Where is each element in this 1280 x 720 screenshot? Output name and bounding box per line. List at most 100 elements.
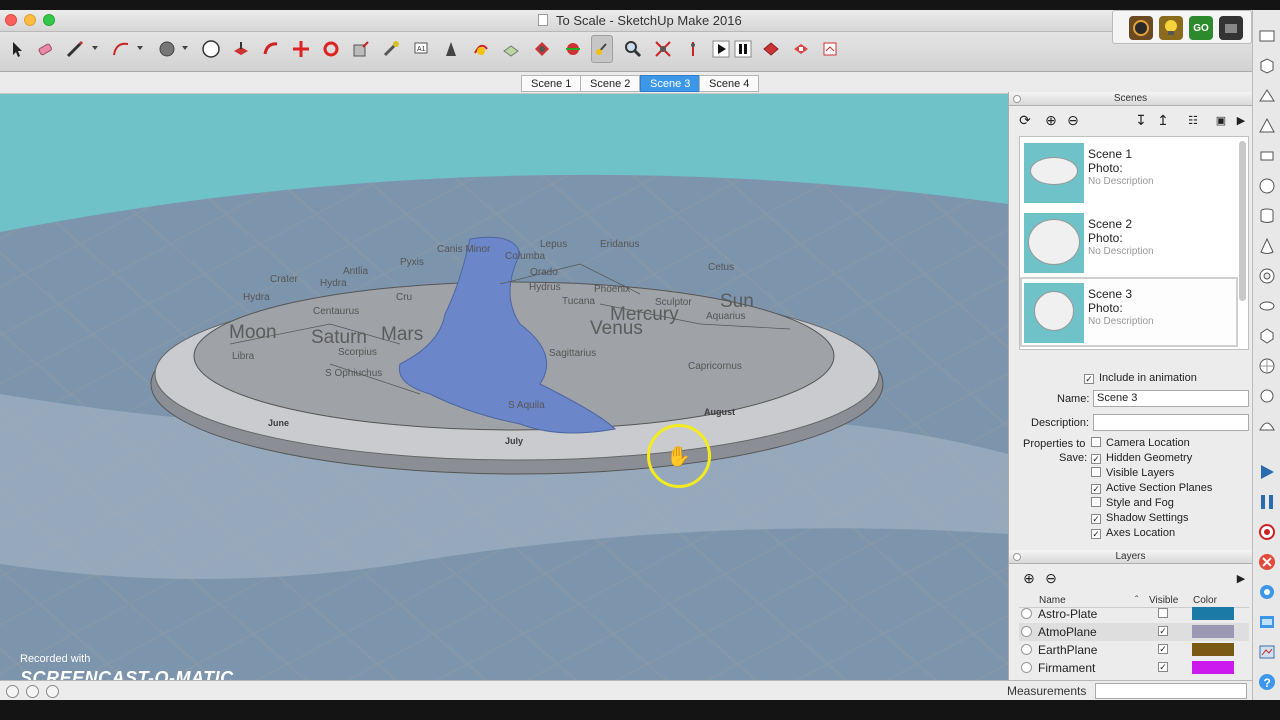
- prop-style-and-fog[interactable]: Style and Fog: [1091, 497, 1174, 509]
- walk-icon[interactable]: [531, 38, 553, 60]
- active-layer-radio[interactable]: [1021, 608, 1032, 619]
- shapes-icon[interactable]: [156, 38, 178, 60]
- pyramid-tool-icon[interactable]: [1257, 116, 1277, 136]
- scene-tab-3[interactable]: Scene 3: [640, 75, 701, 92]
- minimize-window-button[interactable]: [24, 14, 36, 26]
- strip-pause-icon[interactable]: [1257, 492, 1277, 512]
- pause-icon[interactable]: [732, 38, 754, 60]
- model-viewport[interactable]: Moon Saturn Mars Venus Mercury Sun Canis…: [0, 94, 1008, 680]
- checkbox[interactable]: [1091, 437, 1101, 447]
- scene-tab-4[interactable]: Scene 4: [699, 75, 760, 92]
- remove-scene-icon[interactable]: ⊖: [1065, 112, 1081, 128]
- polyhedron-tool-icon[interactable]: [1257, 326, 1277, 346]
- panel-menu-icon[interactable]: ▶: [1233, 112, 1249, 128]
- status-info-icon[interactable]: [6, 685, 19, 698]
- include-in-animation-row[interactable]: ✓ Include in animation: [1084, 372, 1197, 384]
- strip-map-icon[interactable]: [1257, 642, 1277, 662]
- add-layer-icon[interactable]: ⊕: [1021, 570, 1037, 586]
- prop-visible-layers[interactable]: Visible Layers: [1091, 467, 1174, 479]
- move-icon[interactable]: [290, 38, 312, 60]
- layer-row-atmoplane[interactable]: AtmoPlane ✓: [1019, 623, 1249, 641]
- pencil-dropdown-caret[interactable]: [92, 46, 98, 50]
- layer-visible-checkbox[interactable]: ✓: [1158, 662, 1168, 672]
- eraser-icon[interactable]: [34, 38, 56, 60]
- layer-visible-checkbox[interactable]: [1158, 608, 1168, 618]
- scale-icon[interactable]: [350, 38, 372, 60]
- checkbox[interactable]: ✓: [1091, 454, 1101, 464]
- rotate-icon[interactable]: [320, 38, 342, 60]
- refresh-scene-icon[interactable]: ⟳: [1017, 112, 1033, 128]
- move-scene-up-icon[interactable]: ↥: [1155, 112, 1171, 128]
- arc-icon[interactable]: [110, 38, 132, 60]
- text-icon[interactable]: A1: [410, 38, 432, 60]
- box-tool-icon[interactable]: [1257, 56, 1277, 76]
- layer-color-swatch[interactable]: [1192, 661, 1234, 674]
- layer-visible-checkbox[interactable]: ✓: [1158, 626, 1168, 636]
- follow-me-icon[interactable]: [260, 38, 282, 60]
- axes-icon[interactable]: [440, 38, 462, 60]
- help-icon[interactable]: ?: [1257, 672, 1277, 692]
- strip-record-icon[interactable]: [1257, 522, 1277, 542]
- sphere-tool-icon[interactable]: [1257, 176, 1277, 196]
- checkbox[interactable]: [1091, 497, 1101, 507]
- add-scene-icon[interactable]: ⊕: [1043, 112, 1059, 128]
- scene-tab-1[interactable]: Scene 1: [521, 75, 582, 92]
- layer-color-swatch[interactable]: [1192, 607, 1234, 620]
- prop-active-section-planes[interactable]: ✓ Active Section Planes: [1091, 482, 1212, 494]
- layer-row-astro-plate[interactable]: Astro-Plate: [1019, 605, 1249, 623]
- torus-tool-icon[interactable]: [1257, 266, 1277, 286]
- gear-extension-icon[interactable]: [1129, 16, 1153, 40]
- scene-item-1[interactable]: Scene 1 Photo: No Description: [1022, 139, 1236, 205]
- scene-item-3[interactable]: Scene 3 Photo: No Description: [1020, 277, 1238, 347]
- zoom-icon[interactable]: [622, 38, 644, 60]
- show-details-icon[interactable]: ▣: [1213, 112, 1229, 128]
- wedge-tool-icon[interactable]: [1257, 86, 1277, 106]
- go-extension-button[interactable]: GO: [1189, 16, 1213, 40]
- rectangle-tool-icon[interactable]: [1257, 26, 1277, 46]
- dome-tool-icon[interactable]: [1257, 416, 1277, 436]
- layers-menu-icon[interactable]: ▶: [1233, 570, 1249, 586]
- checkbox[interactable]: ✓: [1091, 529, 1101, 539]
- look-around-icon[interactable]: [562, 38, 584, 60]
- strip-close-icon[interactable]: [1257, 552, 1277, 572]
- active-layer-radio[interactable]: [1021, 662, 1032, 673]
- push-pull-icon[interactable]: [230, 38, 252, 60]
- panel-pin-icon[interactable]: [1013, 553, 1021, 561]
- remove-layer-icon[interactable]: ⊖: [1043, 570, 1059, 586]
- layout-icon[interactable]: [819, 38, 841, 60]
- pencil-icon[interactable]: [64, 38, 86, 60]
- cone-tool-icon[interactable]: [1257, 236, 1277, 256]
- cylinder-tool-icon[interactable]: [1257, 206, 1277, 226]
- layer-row-earthplane[interactable]: EarthPlane ✓: [1019, 641, 1249, 659]
- position-camera-icon[interactable]: [591, 35, 613, 63]
- tube-tool-icon[interactable]: [1257, 296, 1277, 316]
- strip-settings-icon[interactable]: [1257, 582, 1277, 602]
- dimension-icon[interactable]: [470, 38, 492, 60]
- scene-item-2[interactable]: Scene 2 Photo: No Description: [1022, 209, 1236, 275]
- circle-icon[interactable]: [200, 38, 222, 60]
- close-window-button[interactable]: [5, 14, 17, 26]
- view-options-icon[interactable]: ☷: [1185, 112, 1201, 128]
- include-in-animation-checkbox[interactable]: ✓: [1084, 374, 1094, 384]
- strip-play-icon[interactable]: [1257, 462, 1277, 482]
- prop-hidden-geometry[interactable]: ✓ Hidden Geometry: [1091, 452, 1192, 464]
- shapes-dropdown-caret[interactable]: [182, 46, 188, 50]
- helix-tool-icon[interactable]: [1257, 386, 1277, 406]
- measurements-field[interactable]: [1095, 683, 1247, 699]
- checkbox[interactable]: [1091, 467, 1101, 477]
- scene-tab-2[interactable]: Scene 2: [580, 75, 641, 92]
- layer-color-swatch[interactable]: [1192, 625, 1234, 638]
- active-layer-radio[interactable]: [1021, 644, 1032, 655]
- checkbox[interactable]: ✓: [1091, 514, 1101, 524]
- strip-film-icon[interactable]: [1257, 612, 1277, 632]
- move-scene-down-icon[interactable]: ↧: [1133, 112, 1149, 128]
- prop-axes-location[interactable]: ✓ Axes Location: [1091, 527, 1175, 539]
- prop-camera-location[interactable]: Camera Location: [1091, 437, 1190, 449]
- section-plane-icon[interactable]: [500, 38, 522, 60]
- status-credits-icon[interactable]: [26, 685, 39, 698]
- tape-measure-icon[interactable]: [380, 38, 402, 60]
- scene-list-scrollbar[interactable]: [1239, 141, 1246, 301]
- settings-extension-icon[interactable]: [1219, 16, 1243, 40]
- status-user-icon[interactable]: [46, 685, 59, 698]
- play-icon[interactable]: [710, 38, 732, 60]
